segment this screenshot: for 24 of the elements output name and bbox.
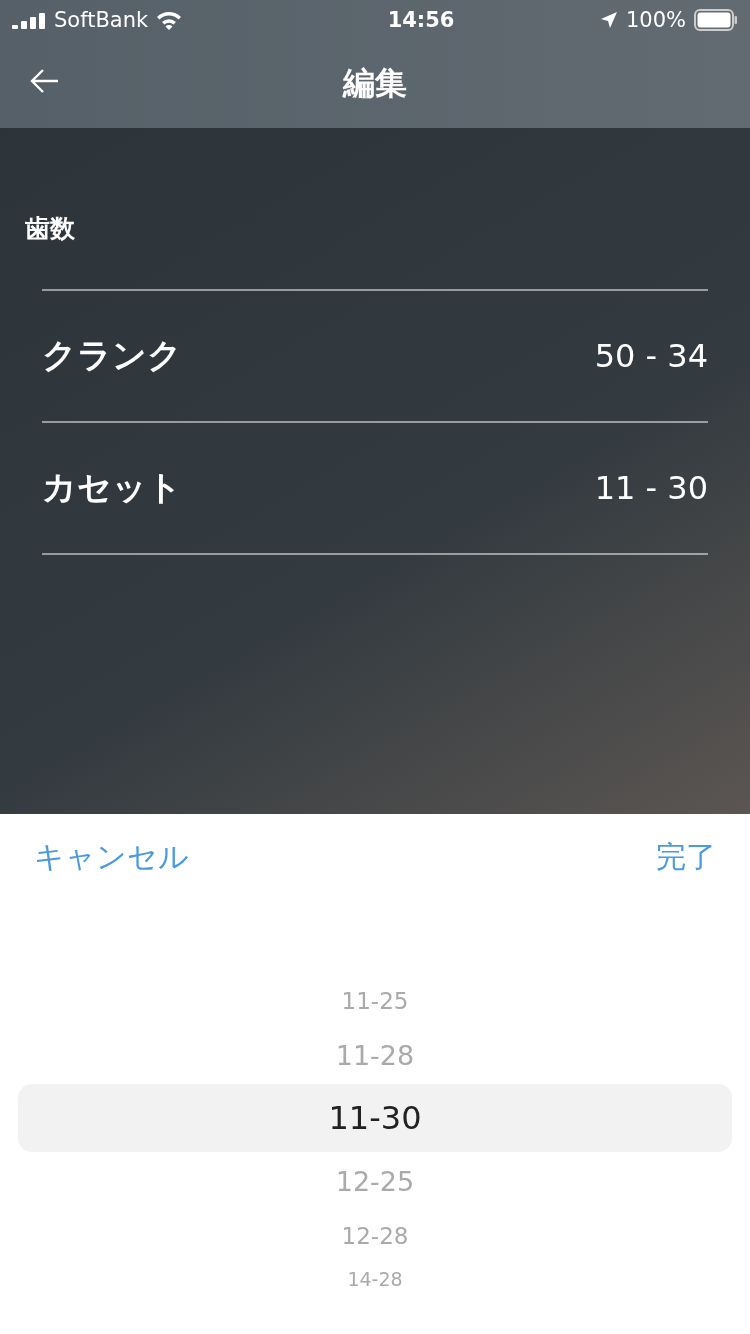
- location-arrow-icon: [599, 11, 618, 29]
- picker-option[interactable]: 12-25: [18, 1152, 732, 1210]
- carrier-name: SoftBank: [54, 8, 149, 32]
- picker-option[interactable]: 11-30: [18, 1084, 732, 1152]
- back-arrow-icon: [30, 68, 60, 94]
- picker-option[interactable]: 14-28: [18, 1262, 732, 1296]
- row-value: 11 - 30: [594, 469, 708, 507]
- settings-row[interactable]: カセット 11 - 30: [42, 421, 708, 555]
- wifi-icon: [156, 10, 183, 30]
- picker-option[interactable]: 11-25: [18, 976, 732, 1026]
- settings-row[interactable]: クランク 50 - 34: [42, 289, 708, 421]
- battery-percent: 100%: [625, 8, 686, 32]
- signal-icon: [12, 11, 46, 29]
- done-button[interactable]: 完了: [656, 836, 716, 878]
- picker-option[interactable]: 12-28: [18, 1210, 732, 1262]
- clock-time: 14:56: [387, 8, 455, 32]
- cancel-button[interactable]: キャンセル: [34, 836, 189, 878]
- battery-icon: [694, 9, 738, 31]
- row-value: 50 - 34: [594, 337, 708, 375]
- screen-title: 編集: [343, 63, 407, 104]
- picker-option[interactable]: 11-28: [18, 1026, 732, 1084]
- row-label: クランク: [42, 334, 182, 377]
- section-title: 歯数: [25, 213, 76, 245]
- row-label: カセット: [42, 466, 182, 509]
